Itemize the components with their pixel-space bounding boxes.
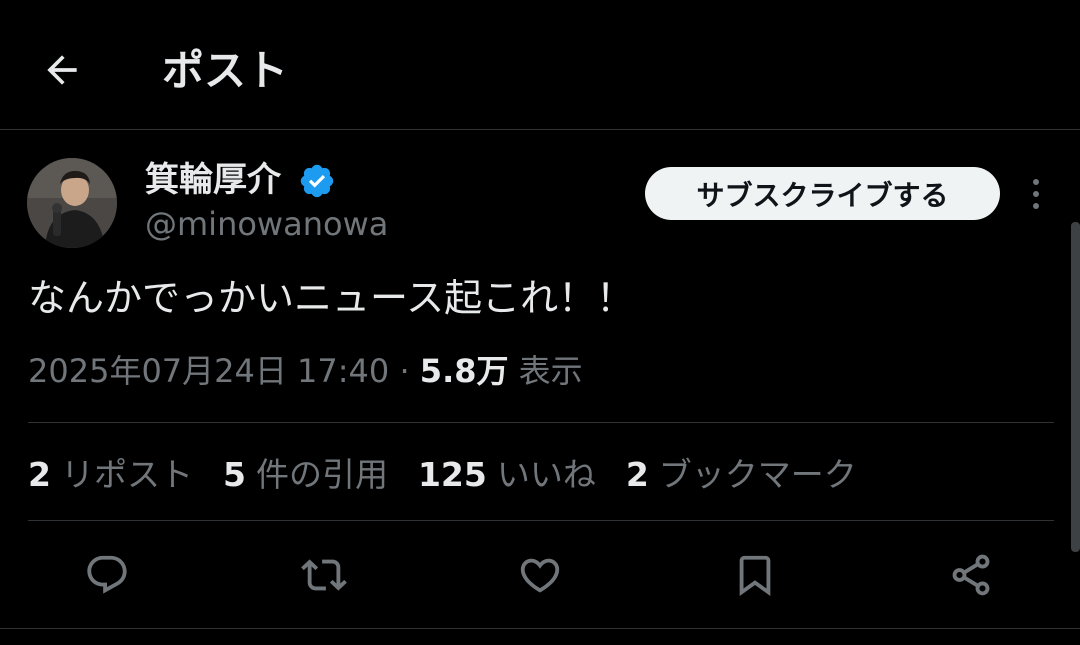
repost-button[interactable]	[300, 551, 348, 599]
bookmark-button[interactable]	[731, 551, 779, 599]
engagement-stats: 2 リポスト 5 件の引用 125 いいね 2 ブックマーク	[28, 452, 857, 498]
post-text: なんかでっかいニュース起これ！！	[28, 276, 635, 320]
subscribe-button[interactable]: サブスクライブする	[645, 167, 1000, 220]
views-count: 5.8万	[419, 352, 509, 390]
stat-bookmarks[interactable]: 2 ブックマーク	[626, 452, 857, 498]
repost-icon	[301, 559, 347, 591]
share-button[interactable]	[947, 551, 995, 599]
reply-icon	[87, 555, 127, 594]
stat-label: いいね	[496, 455, 596, 494]
views-label: 表示	[518, 352, 583, 390]
author-handle[interactable]: @minowanowa	[145, 203, 388, 245]
stat-label: リポスト	[60, 455, 193, 494]
heart-icon	[520, 558, 560, 593]
stat-label: ブックマーク	[658, 455, 857, 494]
divider	[28, 520, 1054, 521]
verified-badge-icon	[300, 164, 334, 198]
avatar[interactable]	[27, 158, 117, 248]
top-bar: ポスト	[0, 0, 1080, 130]
stat-count: 2	[28, 455, 51, 494]
arrow-left-icon	[47, 55, 77, 85]
more-options-button[interactable]	[1016, 172, 1056, 216]
more-vertical-icon	[1033, 179, 1039, 209]
bookmark-icon	[739, 555, 771, 596]
stat-likes[interactable]: 125 いいね	[418, 452, 596, 498]
stat-count: 2	[625, 455, 649, 494]
divider	[28, 422, 1054, 423]
page-title: ポスト	[162, 46, 289, 95]
stat-reposts[interactable]: 2 リポスト	[28, 452, 193, 498]
post-timestamp[interactable]: 2025年07月24日 17:40	[28, 352, 389, 390]
meta-separator: ·	[399, 352, 410, 390]
post-meta: 2025年07月24日 17:40 · 5.8万 表示	[28, 348, 583, 394]
stat-count: 5	[222, 455, 246, 494]
like-button[interactable]	[516, 551, 564, 599]
share-icon	[952, 554, 990, 596]
avatar-photo	[27, 158, 117, 248]
author-name[interactable]: 箕輪厚介	[145, 158, 281, 202]
divider	[0, 628, 1080, 629]
back-button[interactable]	[34, 42, 90, 98]
stat-count: 125	[417, 455, 487, 494]
stat-quotes[interactable]: 5 件の引用	[223, 452, 388, 498]
reply-button[interactable]	[83, 551, 131, 599]
scrollbar[interactable]	[1071, 222, 1080, 552]
stat-label: 件の引用	[255, 455, 388, 494]
